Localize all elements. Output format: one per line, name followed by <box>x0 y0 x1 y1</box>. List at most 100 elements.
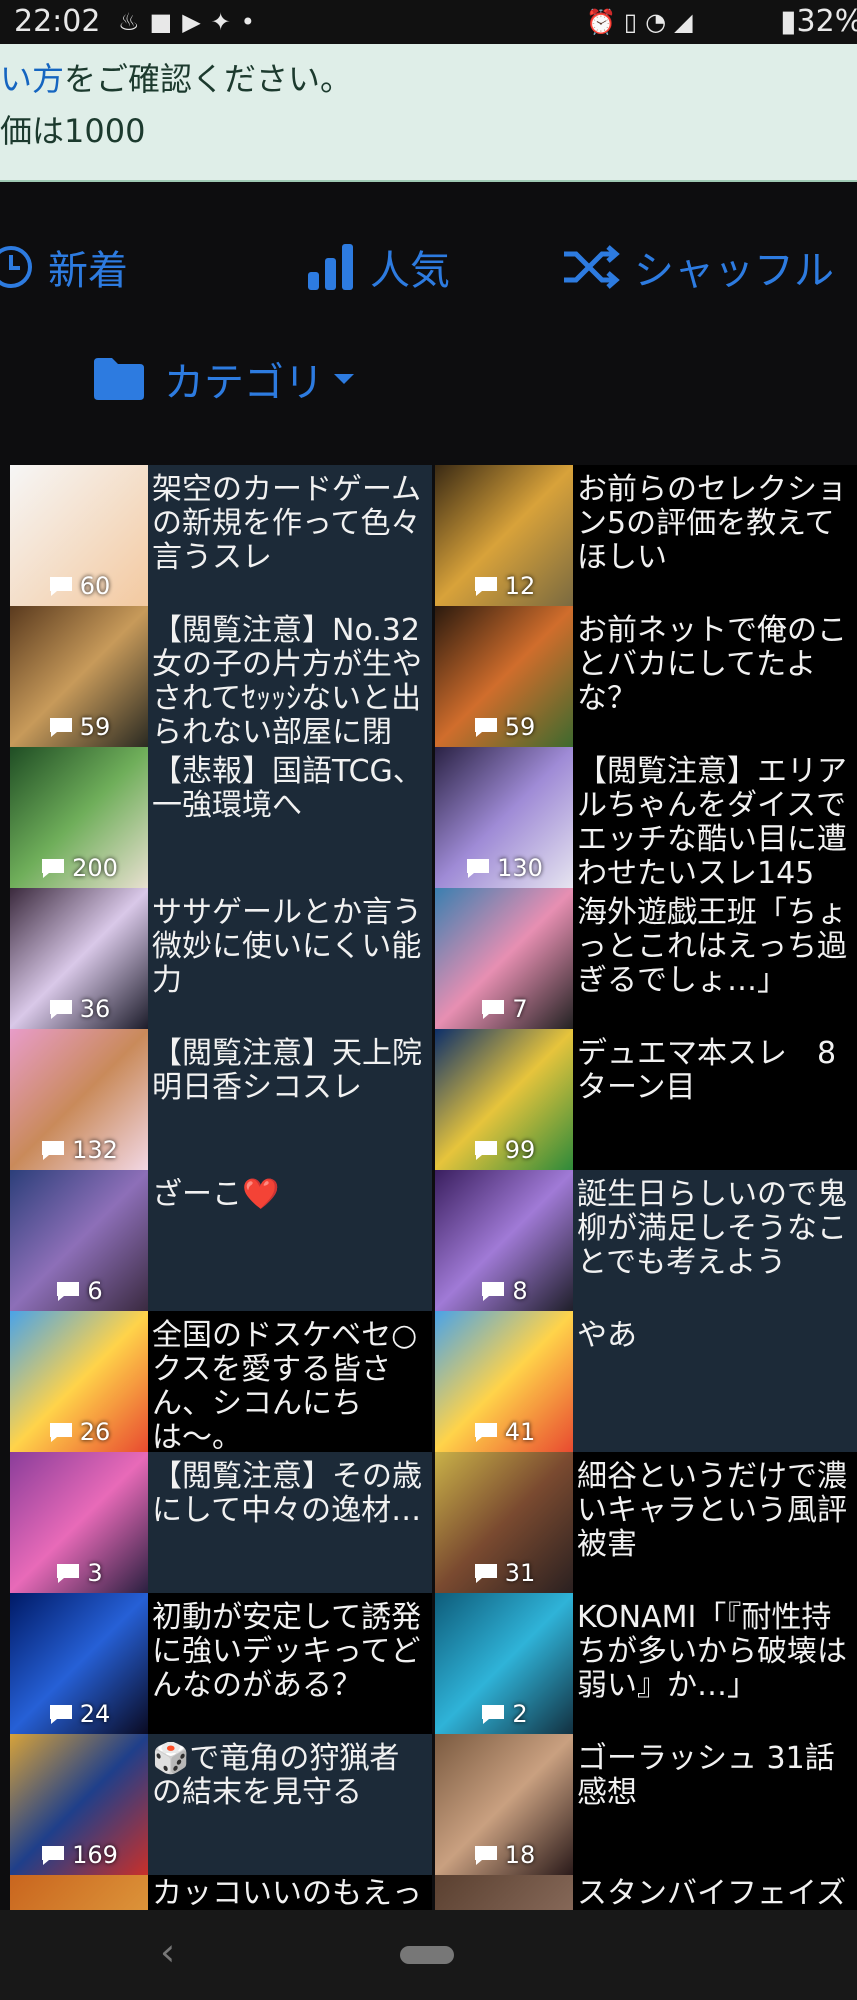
thread-card[interactable]: 132 【閲覧注意】天上院明日香シコスレ <box>10 1029 432 1170</box>
thread-card[interactable]: スタンバイフェイズ <box>435 1875 857 1915</box>
thread-title[interactable]: やあ <box>577 1319 851 1353</box>
sort-shuffle-button[interactable]: シャッフル <box>562 238 834 296</box>
thread-title[interactable]: 海外遊戯王班「ちょっとこれはえっち過ぎるでしょ…」 <box>577 896 851 998</box>
thread-title[interactable]: 🎲で竜角の狩猟者の結末を見守る <box>152 1742 426 1810</box>
thread-title[interactable]: ざーこ❤️ <box>152 1178 426 1212</box>
comment-count: 130 <box>435 854 573 882</box>
thread-thumbnail[interactable]: 2 <box>435 1593 573 1734</box>
thread-thumbnail[interactable]: 26 <box>10 1311 148 1452</box>
thread-thumbnail[interactable]: 200 <box>10 747 148 888</box>
thread-card[interactable]: 31 細谷というだけで濃いキャラという風評被害 <box>435 1452 857 1593</box>
comment-icon <box>482 1282 505 1301</box>
thread-thumbnail[interactable]: 7 <box>435 888 573 1029</box>
comment-count: 59 <box>10 713 148 741</box>
home-pill[interactable] <box>400 1946 454 1964</box>
comment-count: 60 <box>10 572 148 600</box>
thread-thumbnail[interactable]: 60 <box>10 465 148 606</box>
sort-popular-button[interactable]: 人気 <box>306 238 450 296</box>
comment-count: 2 <box>435 1700 573 1728</box>
thread-title[interactable]: ササゲールとか言う微妙に使いにくい能力 <box>152 896 426 998</box>
status-bar: 22:02 ♨■▶✦• ⏰▯◔◢ ▮32% <box>0 0 857 44</box>
thread-thumbnail[interactable]: 132 <box>10 1029 148 1170</box>
thread-card[interactable]: 18 ゴーラッシュ 31話感想 <box>435 1734 857 1875</box>
thread-title[interactable]: 誕生日らしいので鬼柳が満足しそうなことでも考えよう <box>577 1178 851 1280</box>
thread-title[interactable]: 【閲覧注意】No.32 女の子の片方が生やされてｾｯｯｼないと出られない部屋に閉 <box>152 614 426 744</box>
thread-title[interactable]: 全国のドスケベセ○クスを愛する皆さん、シコんにちは〜。 <box>152 1319 426 1449</box>
back-icon[interactable]: ‹ <box>160 1930 175 1974</box>
sort-new-button[interactable]: 新着 <box>0 238 128 296</box>
thread-title[interactable]: 細谷というだけで濃いキャラという風評被害 <box>577 1460 851 1562</box>
alarm-icon: ⏰ <box>586 8 624 36</box>
notice-link[interactable]: い方 <box>0 60 64 98</box>
thread-thumbnail[interactable]: 41 <box>435 1311 573 1452</box>
battery-icon: ▮ <box>780 4 797 39</box>
thread-card[interactable]: 130 【閲覧注意】エリアルちゃんをダイスでエッチな酷い目に遭わせたいスレ145 <box>435 747 857 888</box>
dot-icon: • <box>240 8 265 36</box>
category-label: カテゴリ <box>164 360 324 406</box>
comment-count-value: 132 <box>72 1136 118 1164</box>
twitter-icon: ✦ <box>210 8 241 36</box>
thread-thumbnail[interactable] <box>435 1875 573 1915</box>
comment-count-value: 59 <box>79 713 111 741</box>
thread-title[interactable]: 【閲覧注意】天上院明日香シコスレ <box>152 1037 426 1105</box>
thread-thumbnail[interactable]: 59 <box>10 606 148 747</box>
comment-count: 41 <box>435 1418 573 1446</box>
thread-thumbnail[interactable]: 169 <box>10 1734 148 1875</box>
thread-thumbnail[interactable]: 99 <box>435 1029 573 1170</box>
thread-title[interactable]: ゴーラッシュ 31話感想 <box>577 1742 851 1810</box>
comment-count-value: 36 <box>79 995 111 1023</box>
thread-card[interactable]: 7 海外遊戯王班「ちょっとこれはえっち過ぎるでしょ…」 <box>435 888 857 1029</box>
thread-thumbnail[interactable]: 31 <box>435 1452 573 1593</box>
thread-card[interactable]: 8 誕生日らしいので鬼柳が満足しそうなことでも考えよう <box>435 1170 857 1311</box>
thread-title[interactable]: 初動が安定して誘発に強いデッキってどんなのがある？ <box>152 1601 426 1703</box>
thread-thumbnail[interactable]: 24 <box>10 1593 148 1734</box>
thread-thumbnail[interactable]: 6 <box>10 1170 148 1311</box>
thread-card[interactable]: 41 やあ <box>435 1311 857 1452</box>
thread-thumbnail[interactable]: 12 <box>435 465 573 606</box>
thread-title[interactable]: 架空のカードゲームの新規を作って色々言うスレ <box>152 473 426 575</box>
thread-thumbnail[interactable]: 18 <box>435 1734 573 1875</box>
thread-card[interactable]: 12 お前らのセレクション5の評価を教えてほしい <box>435 465 857 606</box>
thread-card[interactable]: カッコいいのもえっ <box>10 1875 432 1915</box>
thread-thumbnail[interactable]: 3 <box>10 1452 148 1593</box>
thread-card[interactable]: 59 【閲覧注意】No.32 女の子の片方が生やされてｾｯｯｼないと出られない部屋… <box>10 606 432 747</box>
comment-count-value: 24 <box>79 1700 111 1728</box>
thread-card[interactable]: 36 ササゲールとか言う微妙に使いにくい能力 <box>10 888 432 1029</box>
thread-card[interactable]: 59 お前ネットで俺のことバカにしてたよな？ <box>435 606 857 747</box>
thread-thumbnail[interactable] <box>10 1875 148 1915</box>
thread-thumbnail[interactable]: 59 <box>435 606 573 747</box>
thread-title[interactable]: スタンバイフェイズ <box>577 1877 851 1911</box>
thread-card[interactable]: 99 デュエマ本スレ 8ターン目 <box>435 1029 857 1170</box>
battery-level: ▮32% <box>780 4 857 39</box>
thread-card[interactable]: 6 ざーこ❤️ <box>10 1170 432 1311</box>
thread-thumbnail[interactable]: 36 <box>10 888 148 1029</box>
comment-icon <box>474 1423 497 1442</box>
thread-thumbnail[interactable]: 130 <box>435 747 573 888</box>
comment-count: 8 <box>435 1277 573 1305</box>
thread-title[interactable]: お前らのセレクション5の評価を教えてほしい <box>577 473 851 575</box>
thread-card[interactable]: 60 架空のカードゲームの新規を作って色々言うスレ <box>10 465 432 606</box>
thread-title[interactable]: お前ネットで俺のことバカにしてたよな？ <box>577 614 851 716</box>
notification-icons: ♨■▶✦• <box>118 8 265 36</box>
thread-card[interactable]: 169 🎲で竜角の狩猟者の結末を見守る <box>10 1734 432 1875</box>
thread-title[interactable]: KONAMI「『耐性持ちが多いから破壊は弱い』か…」 <box>577 1601 851 1703</box>
thread-card[interactable]: 2 KONAMI「『耐性持ちが多いから破壊は弱い』か…」 <box>435 1593 857 1734</box>
thread-title[interactable]: カッコいいのもえっ <box>152 1877 426 1911</box>
thread-title[interactable]: 【閲覧注意】エリアルちゃんをダイスでエッチな酷い目に遭わせたいスレ145 <box>577 755 851 885</box>
thread-card[interactable]: 24 初動が安定して誘発に強いデッキってどんなのがある？ <box>10 1593 432 1734</box>
comment-count: 7 <box>435 995 573 1023</box>
thread-thumbnail[interactable]: 8 <box>435 1170 573 1311</box>
thread-card[interactable]: 3 【閲覧注意】その歳にして中々の逸材… <box>10 1452 432 1593</box>
comment-count-value: 41 <box>504 1418 536 1446</box>
notice-line-2: 価は1000 <box>0 112 146 150</box>
category-dropdown[interactable]: カテゴリ <box>92 350 374 408</box>
thread-card[interactable]: 200 【悲報】国語TCG、一強環境へ <box>10 747 432 888</box>
thread-card[interactable]: 26 全国のドスケベセ○クスを愛する皆さん、シコんにちは〜。 <box>10 1311 432 1452</box>
thread-title[interactable]: 【悲報】国語TCG、一強環境へ <box>152 755 426 823</box>
comment-count: 6 <box>10 1277 148 1305</box>
comment-icon <box>49 1423 72 1442</box>
wifi-icon: ◔ <box>645 8 675 36</box>
comment-count: 99 <box>435 1136 573 1164</box>
thread-title[interactable]: 【閲覧注意】その歳にして中々の逸材… <box>152 1460 426 1528</box>
thread-title[interactable]: デュエマ本スレ 8ターン目 <box>577 1037 851 1105</box>
